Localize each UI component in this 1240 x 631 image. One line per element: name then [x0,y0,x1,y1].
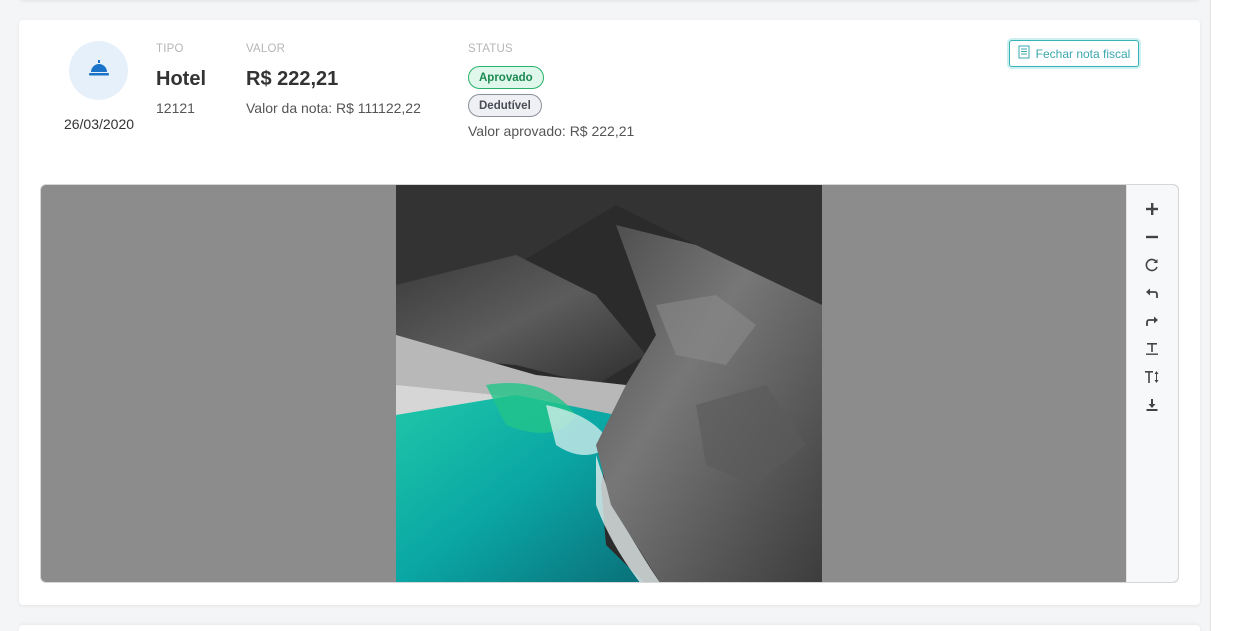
invoice-value: Valor da nota: R$ 111122,22 [246,100,421,116]
status-badge-approved: Aprovado [468,66,544,89]
approved-value: Valor aprovado: R$ 222,21 [468,123,635,139]
fit-width-icon[interactable] [1140,337,1164,361]
value-amount: R$ 222,21 [246,68,339,90]
expense-card: 26/03/2020 TIPO Hotel 12121 VALOR R$ 222… [19,20,1200,605]
zoom-out-icon[interactable] [1140,225,1164,249]
value-label: VALOR [246,43,286,55]
status-label: STATUS [468,43,513,55]
expense-date: 26/03/2020 [63,116,135,132]
close-invoice-button[interactable]: Fechar nota fiscal [1009,40,1139,67]
next-expense-card [19,625,1200,631]
rotate-right-icon[interactable] [1140,309,1164,333]
close-invoice-label: Fechar nota fiscal [1035,46,1131,61]
receipt-icon [1018,45,1030,62]
reset-icon[interactable] [1140,253,1164,277]
rotate-left-icon[interactable] [1140,281,1164,305]
status-badge-deductible: Dedutível [468,94,542,117]
hotel-category-avatar [69,41,128,100]
invoice-image [396,185,822,582]
hotel-bell-icon [88,59,110,82]
type-value: Hotel [156,68,206,90]
viewer-toolbar [1126,185,1178,582]
type-code: 12121 [156,100,195,116]
zoom-in-icon[interactable] [1140,197,1164,221]
fit-height-icon[interactable] [1140,365,1164,389]
invoice-image-viewer[interactable] [40,184,1179,583]
type-label: TIPO [156,43,184,55]
download-icon[interactable] [1140,393,1164,417]
page-scrollbar[interactable] [1210,0,1240,631]
